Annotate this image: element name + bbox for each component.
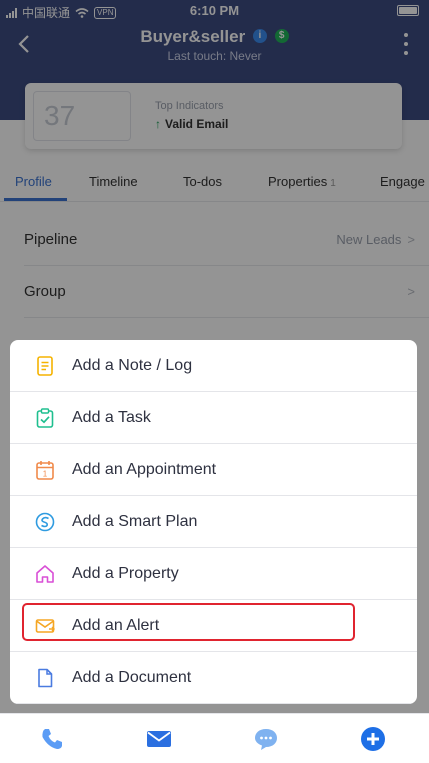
bottom-action-bar bbox=[0, 713, 429, 763]
item-label: Add a Smart Plan bbox=[72, 513, 198, 530]
chat-icon[interactable] bbox=[253, 726, 279, 752]
smart-plan-icon bbox=[35, 512, 55, 532]
add-document-item[interactable]: Add a Document bbox=[10, 652, 417, 704]
item-label: Add a Task bbox=[72, 409, 151, 426]
add-appointment-item[interactable]: 1 Add an Appointment bbox=[10, 444, 417, 496]
calendar-icon: 1 bbox=[36, 461, 54, 480]
add-property-item[interactable]: Add a Property bbox=[10, 548, 417, 600]
phone-icon[interactable] bbox=[39, 726, 65, 752]
add-smart-plan-item[interactable]: Add a Smart Plan bbox=[10, 496, 417, 548]
add-note-log-item[interactable]: Add a Note / Log bbox=[10, 340, 417, 392]
add-action-sheet: Add a Note / Log Add a Task 1 Add an App… bbox=[10, 340, 417, 704]
item-label: Add a Property bbox=[72, 565, 179, 582]
mail-icon[interactable] bbox=[146, 726, 172, 752]
svg-text:1: 1 bbox=[43, 470, 48, 479]
add-task-item[interactable]: Add a Task bbox=[10, 392, 417, 444]
house-icon bbox=[36, 565, 54, 583]
item-label: Add a Note / Log bbox=[72, 357, 193, 374]
task-clipboard-icon bbox=[36, 408, 54, 428]
item-label: Add a Document bbox=[72, 669, 192, 686]
item-label: Add an Appointment bbox=[72, 461, 217, 478]
note-icon bbox=[37, 356, 53, 376]
add-circle-icon[interactable] bbox=[360, 726, 386, 752]
document-icon bbox=[38, 668, 53, 688]
alert-highlight-box bbox=[22, 603, 355, 641]
